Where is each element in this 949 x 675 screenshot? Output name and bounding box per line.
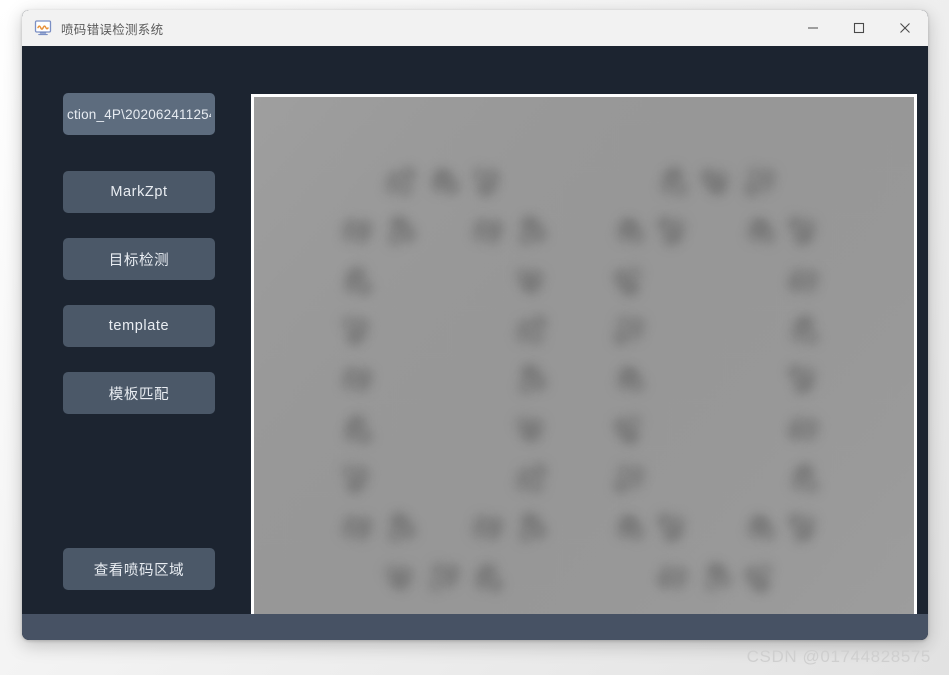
image-path-input[interactable] bbox=[63, 93, 215, 135]
title-bar: 喷码错误检测系统 bbox=[22, 10, 928, 46]
monitor-waveform-icon bbox=[34, 19, 52, 37]
template-match-button[interactable]: 模板匹配 bbox=[63, 372, 215, 414]
close-icon bbox=[900, 23, 910, 33]
minimize-icon bbox=[808, 27, 818, 29]
image-frame bbox=[251, 94, 917, 614]
sidebar: MarkZpt目标检测template模板匹配查看喷码区域查看错误喷码 bbox=[22, 46, 248, 614]
markzpt-button[interactable]: MarkZpt bbox=[63, 171, 215, 213]
template-button[interactable]: template bbox=[63, 305, 215, 347]
view-print-area-button[interactable]: 查看喷码区域 bbox=[63, 548, 215, 590]
status-bar bbox=[22, 614, 928, 640]
window-controls bbox=[790, 10, 928, 46]
close-button[interactable] bbox=[882, 10, 928, 46]
minimize-button[interactable] bbox=[790, 10, 836, 46]
application-window: 喷码错误检测系统 M bbox=[22, 10, 928, 640]
maximize-button[interactable] bbox=[836, 10, 882, 46]
window-title: 喷码错误检测系统 bbox=[61, 22, 164, 37]
inkjet-sample-image[interactable] bbox=[254, 97, 914, 614]
window-body: MarkZpt目标检测template模板匹配查看喷码区域查看错误喷码 bbox=[22, 46, 928, 614]
target-detection-button[interactable]: 目标检测 bbox=[63, 238, 215, 280]
csdn-watermark: CSDN @01744828575 bbox=[746, 647, 931, 666]
image-display-panel bbox=[248, 91, 920, 614]
maximize-icon bbox=[853, 22, 865, 34]
